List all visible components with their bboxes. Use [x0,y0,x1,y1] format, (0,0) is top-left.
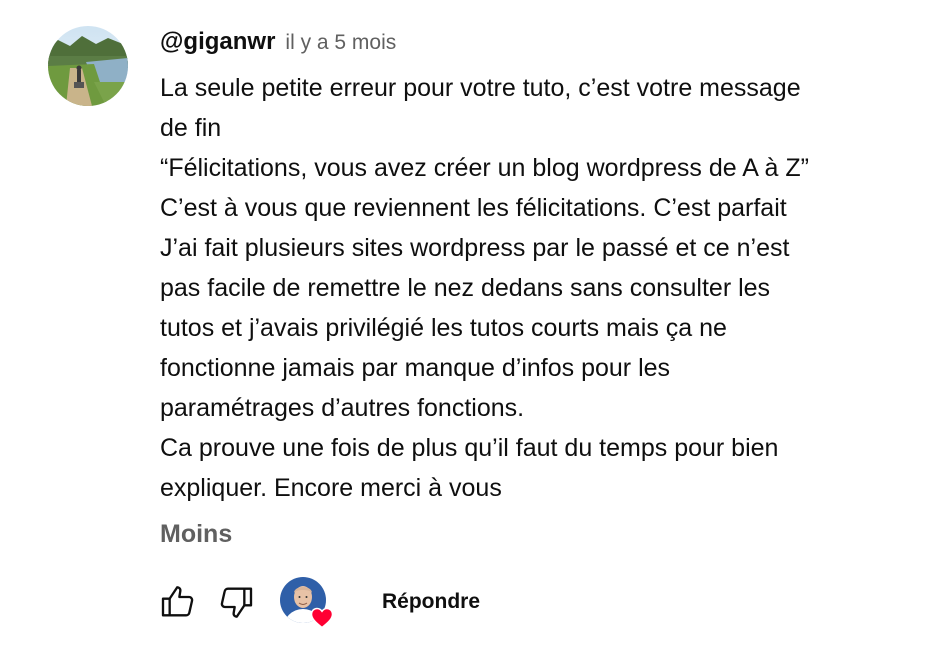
comment-actions: Répondre [156,577,480,629]
comment-timestamp[interactable]: il y a 5 mois [285,31,396,55]
comment-text-line: tutos et j’avais privilégié les tutos co… [160,314,727,342]
comment-text-line: paramétrages d’autres fonctions. [160,394,525,422]
comment-thread: @giganwr il y a 5 mois La seule petite e… [0,0,928,664]
author-avatar[interactable] [48,26,128,106]
comment-text-line: fonctionne jamais par manque d’infos pou… [160,354,671,382]
reply-button[interactable]: Répondre [382,590,480,614]
comment-body: @giganwr il y a 5 mois La seule petite e… [160,28,910,508]
author-avatar-image [48,26,128,106]
comment-text-line: Ca prouve une fois de plus qu’il faut du… [160,434,779,462]
comment-text-line: J’ai fait plusieurs sites wordpress par … [160,234,790,262]
thumb-up-icon [161,586,194,617]
comment-text-line: C’est à vous que reviennent les félicita… [160,194,787,222]
like-button[interactable] [156,580,200,624]
comment-text: La seule petite erreur pour votre tuto, … [160,68,910,508]
show-less-button[interactable]: Moins [160,520,232,549]
comment-text-line: expliquer. Encore merci à vous [160,474,502,502]
thumb-down-icon [220,587,253,618]
comment-text-line: “Félicitations, vous avez créer un blog … [160,154,809,182]
author-name[interactable]: @giganwr [160,28,275,56]
comment-text-line: de fin [160,114,222,142]
heart-icon [310,607,334,629]
dislike-button[interactable] [214,580,258,624]
comment-text-line: pas facile de remettre le nez dedans san… [160,274,771,302]
comment-text-line: La seule petite erreur pour votre tuto, … [160,74,801,102]
creator-heart [280,577,334,629]
comment-header: @giganwr il y a 5 mois [160,28,910,62]
